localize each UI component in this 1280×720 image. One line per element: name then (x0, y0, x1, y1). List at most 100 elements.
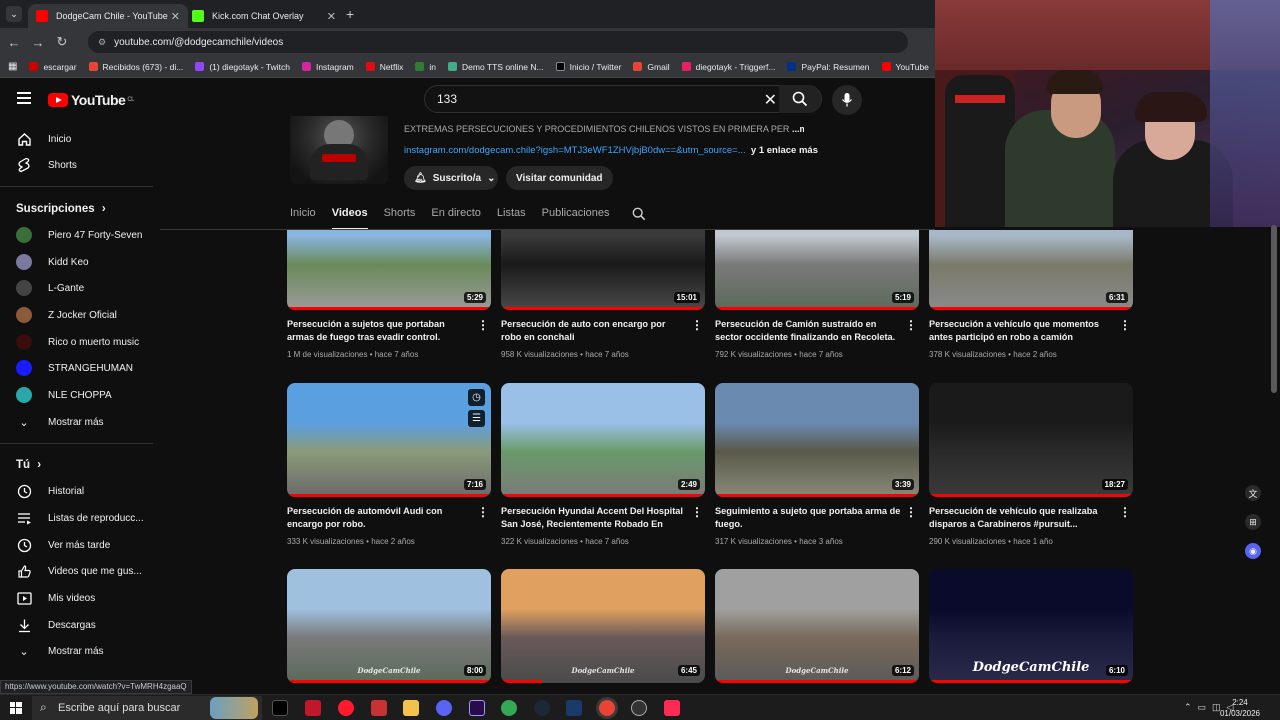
scrollbar-thumb[interactable] (1271, 225, 1277, 393)
more-actions-icon[interactable]: ⋮ (477, 318, 489, 332)
more-actions-icon[interactable]: ⋮ (905, 505, 917, 519)
visit-community-button[interactable]: Visitar comunidad (506, 166, 613, 190)
more-actions-icon[interactable]: ⋮ (477, 505, 489, 519)
you-heading[interactable]: Tú › (16, 459, 41, 471)
subscription-item[interactable]: Piero 47 Forty-Seven (0, 222, 155, 248)
video-thumbnail[interactable]: 6:45 DodgeCamChile (501, 569, 705, 683)
video-thumbnail[interactable]: 5:29 (287, 230, 491, 310)
obs-icon[interactable] (631, 700, 647, 716)
chrome-icon[interactable] (501, 700, 517, 716)
video-title[interactable]: Persecución a vehículo que momentos ante… (929, 318, 1115, 344)
bookmark-item[interactable]: in (415, 62, 436, 72)
tiktok-icon[interactable] (272, 700, 288, 716)
video-card[interactable]: 6:12 DodgeCamChile (715, 569, 919, 683)
bookmark-item[interactable]: Gmail (633, 62, 670, 72)
watch-later-icon[interactable]: ◷ (468, 389, 485, 406)
channel-avatar[interactable] (290, 116, 388, 184)
video-thumbnail[interactable]: 15:01 (501, 230, 705, 310)
reload-icon[interactable]: ↻ (50, 34, 74, 50)
more-actions-icon[interactable]: ⋮ (1119, 505, 1131, 519)
video-thumbnail[interactable]: 3:39 (715, 383, 919, 497)
subscription-item[interactable]: L-Gante (0, 275, 155, 301)
sidebar-item-my-videos[interactable]: Mis videos (0, 585, 155, 611)
video-thumbnail[interactable]: 5:19 (715, 230, 919, 310)
video-title[interactable]: Persecución de automóvil Audi con encarg… (287, 505, 473, 531)
chrome-active-icon[interactable] (599, 700, 615, 716)
apps-grid-icon[interactable]: ▦ (8, 61, 17, 72)
video-title[interactable]: Persecución de vehículo que realizaba di… (929, 505, 1115, 531)
video-thumbnail[interactable]: 7:16 ◷ ☰ (287, 383, 491, 497)
sidebar-item-liked[interactable]: Videos que me gus... (0, 558, 155, 584)
video-card[interactable]: 7:16 ◷ ☰ Persecución de automóvil Audi con … (287, 383, 491, 546)
windows-start-icon[interactable] (10, 702, 22, 714)
close-tab-icon[interactable]: ✕ (327, 10, 336, 23)
video-title[interactable]: Persecución de auto con encargo por robo… (501, 318, 687, 344)
more-actions-icon[interactable]: ⋮ (691, 318, 703, 332)
search-button[interactable] (779, 85, 821, 113)
channel-links[interactable]: instagram.com/dodgecam.chile?igsh=MTJ3eW… (404, 145, 818, 156)
sidebar-item-watch-later[interactable]: Ver más tarde (0, 532, 155, 558)
opera-icon[interactable] (338, 700, 354, 716)
video-card[interactable]: 5:19 Persecución de Camión sustraído en s… (715, 196, 919, 359)
video-thumbnail[interactable]: 8:00 DodgeCamChile (287, 569, 491, 683)
video-title[interactable]: Persecución a sujetos que portaban armas… (287, 318, 473, 344)
video-card[interactable]: 18:27 Persecución de vehículo que realiza… (929, 383, 1133, 546)
video-card[interactable]: 8:00 DodgeCamChile (287, 569, 491, 683)
extensions-icon[interactable]: ⊞ (1245, 514, 1261, 530)
subscribed-button[interactable]: 🔔︎ Suscrito/a ⌄ (404, 166, 498, 190)
url-field[interactable]: ⚙ youtube.com/@dodgecamchile/videos (88, 31, 908, 53)
subscriptions-heading[interactable]: Suscripciones › (16, 203, 106, 215)
sidebar-item-shorts[interactable]: Shorts (0, 152, 155, 178)
subscription-item[interactable]: STRANGEHUMAN (0, 355, 155, 381)
tiktok-live-icon[interactable] (664, 700, 680, 716)
discord-icon[interactable] (436, 700, 452, 716)
subscription-item[interactable]: Z Jocker Oficial (0, 302, 155, 328)
file-explorer-icon[interactable] (403, 700, 419, 716)
bookmark-item[interactable]: YouTube (881, 62, 929, 72)
bookmark-item[interactable]: escargar (29, 62, 77, 72)
premiere-icon[interactable] (469, 700, 485, 716)
subscription-item[interactable]: NLE CHOPPA (0, 382, 155, 408)
bookmark-item[interactable]: PayPal: Resumen (787, 62, 870, 72)
sidebar-item-inicio[interactable]: Inicio (0, 126, 155, 152)
app-icon[interactable] (566, 700, 582, 716)
video-thumbnail[interactable]: 18:27 (929, 383, 1133, 497)
search-input[interactable]: 133 ✕ (424, 85, 822, 113)
forward-icon[interactable]: → (26, 35, 50, 50)
sidebar-item-downloads[interactable]: Descargas (0, 612, 155, 638)
video-thumbnail[interactable]: 2:49 (501, 383, 705, 497)
back-icon[interactable]: ← (2, 35, 26, 50)
browser-tab-youtube[interactable]: DodgeCam Chile - YouTube ✕ (28, 4, 188, 28)
browser-tab-kick[interactable]: Kick.com Chat Overlay ✕ (184, 4, 344, 28)
clear-search-icon[interactable]: ✕ (764, 90, 777, 110)
youtube-logo[interactable]: YouTube CL (48, 92, 134, 108)
system-clock[interactable]: 2:24 01/03/2026 (1220, 697, 1260, 719)
more-actions-icon[interactable]: ⋮ (1119, 318, 1131, 332)
bookmark-item[interactable]: (1) diegotayk - Twitch (195, 62, 290, 72)
tab-list-button[interactable]: ⌄ (6, 6, 22, 22)
video-card[interactable]: 3:39 Seguimiento a sujeto que portaba arm… (715, 383, 919, 546)
menu-icon[interactable] (17, 92, 31, 104)
show-more-you[interactable]: ⌄ Mostrar más (0, 638, 155, 664)
bookmark-item[interactable]: Instagram (301, 62, 354, 72)
video-card[interactable]: 6:10 DodgeCamChile (929, 569, 1133, 683)
video-thumbnail[interactable]: 6:12 DodgeCamChile (715, 569, 919, 683)
site-info-icon[interactable]: ⚙ (98, 37, 106, 48)
more-actions-icon[interactable]: ⋮ (691, 505, 703, 519)
video-card[interactable]: 15:01 Persecución de auto con encargo por… (501, 196, 705, 359)
steam-icon[interactable] (534, 700, 550, 716)
video-title[interactable]: Persecución Hyundai Accent Del Hospital … (501, 505, 687, 531)
video-card[interactable]: 6:45 DodgeCamChile (501, 569, 705, 683)
more-actions-icon[interactable]: ⋮ (905, 318, 917, 332)
add-to-queue-icon[interactable]: ☰ (468, 410, 485, 427)
video-card[interactable]: 5:29 Persecución a sujetos que portaban a… (287, 196, 491, 359)
new-tab-button[interactable]: + (346, 6, 354, 22)
app-icon[interactable] (305, 700, 321, 716)
discord-icon[interactable]: ◉ (1245, 543, 1261, 559)
show-more-subscriptions[interactable]: ⌄ Mostrar más (0, 409, 155, 435)
bookmark-item[interactable]: Demo TTS online N... (448, 62, 544, 72)
bookmark-item[interactable]: diegotayk - Triggerf... (681, 62, 775, 72)
sidebar-item-playlists[interactable]: Listas de reproducc... (0, 505, 155, 531)
video-title[interactable]: Seguimiento a sujeto que portaba arma de… (715, 505, 901, 531)
taskbar-search-input[interactable]: ⌕ Escribe aquí para buscar (32, 696, 262, 720)
